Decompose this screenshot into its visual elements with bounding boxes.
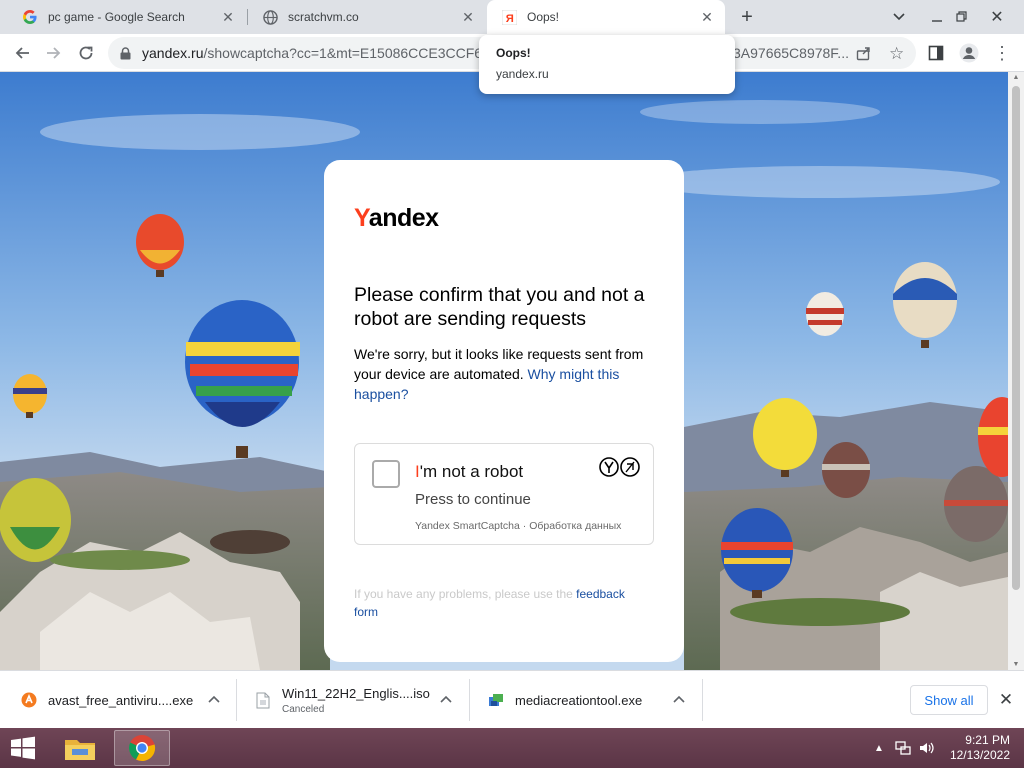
tab-hover-card: Oops! yandex.ru <box>479 35 735 94</box>
bookmark-star-icon[interactable]: ☆ <box>889 44 904 64</box>
forward-arrow-icon <box>47 47 61 59</box>
close-icon[interactable]: ✕ <box>460 9 476 25</box>
clock-time: 9:21 PM <box>965 733 1010 747</box>
restore-icon[interactable] <box>945 0 979 34</box>
logo-rest: andex <box>368 204 439 232</box>
download-item-mediacreationtool[interactable]: mediacreationtool.exe <box>487 671 701 729</box>
tab-title: pc game - Google Search <box>48 10 185 24</box>
lock-icon[interactable] <box>120 46 134 60</box>
url-path-end: 3A97665C8978F... <box>733 45 849 61</box>
share-icon[interactable] <box>856 45 872 64</box>
profile-avatar-icon[interactable] <box>955 39 983 67</box>
chevron-up-icon[interactable] <box>206 691 222 707</box>
globe-icon <box>262 9 278 25</box>
captcha-card: Yandex Please confirm that you and not a… <box>324 160 684 662</box>
close-download-bar-icon[interactable]: ✕ <box>996 690 1016 710</box>
smartcaptcha-brand[interactable]: Yandex SmartCaptcha · Обработка данных <box>415 520 621 532</box>
balloon-5 <box>806 292 844 336</box>
system-tray: ▲ 9:21 PM 12/13/2022 <box>870 728 1024 768</box>
feedback-text: If you have any problems, please use the… <box>354 585 654 621</box>
download-status: Canceled <box>282 703 325 715</box>
press-to-continue-label: Press to continue <box>415 491 531 508</box>
yandex-y-icon: Я <box>501 9 517 25</box>
download-filename: avast_free_antiviru....exe <box>48 692 194 708</box>
tab-title: Oops! <box>527 10 560 24</box>
file-explorer-taskbar-icon[interactable] <box>52 730 108 766</box>
tab-google-search[interactable]: pc game - Google Search ✕ <box>8 0 246 34</box>
forward-button[interactable] <box>40 39 68 67</box>
download-item-win11[interactable]: Win11_22H2_Englis....iso Canceled <box>254 671 468 729</box>
svg-text:Я: Я <box>505 13 513 25</box>
back-arrow-icon <box>15 47 29 59</box>
reload-icon <box>79 46 93 60</box>
url-domain: yandex.ru <box>142 45 204 61</box>
description-text: We're sorry, but it looks like requests … <box>354 344 654 404</box>
yandex-logo[interactable]: Yandex <box>354 204 654 234</box>
balloon-10 <box>944 466 1008 542</box>
windows-taskbar: ▲ 9:21 PM 12/13/2022 <box>0 728 1024 768</box>
taskbar-clock[interactable]: 9:21 PM 12/13/2022 <box>950 733 1010 763</box>
tab-title: scratchvm.co <box>288 10 359 24</box>
hover-card-title: Oops! <box>496 46 531 60</box>
chevron-up-icon[interactable] <box>438 691 454 707</box>
show-all-button[interactable]: Show all <box>910 685 988 715</box>
chrome-taskbar-icon[interactable] <box>114 730 170 766</box>
hover-card-domain: yandex.ru <box>496 67 549 81</box>
url-path-start: /showcaptcha?cc=1&mt=E15086CCE3CCF6B <box>203 45 492 61</box>
file-icon <box>254 691 272 709</box>
google-g-icon <box>22 9 38 25</box>
clock-date: 12/13/2022 <box>949 748 1010 762</box>
smartcaptcha-widget[interactable]: I'm not a robot Press to continue Yandex… <box>354 443 654 545</box>
yandex-smartcaptcha-logo-icon <box>599 457 640 477</box>
close-icon[interactable]: ✕ <box>220 9 236 25</box>
close-icon[interactable]: ✕ <box>699 9 715 25</box>
chevron-up-icon[interactable] <box>671 691 687 707</box>
download-divider <box>469 679 470 721</box>
tab-strip: pc game - Google Search ✕ scratchvm.co ✕… <box>0 0 1024 34</box>
feedback-link[interactable]: feedback <box>576 587 625 601</box>
page-heading: Please confirm that you and not a robot … <box>354 284 645 330</box>
download-divider <box>702 679 703 721</box>
scroll-down-arrow-icon[interactable]: ▼ <box>1012 661 1020 668</box>
balloon-8 <box>822 442 870 498</box>
balloon-4 <box>0 478 71 562</box>
side-panel-icon[interactable] <box>922 39 950 67</box>
not-robot-checkbox[interactable] <box>372 460 400 488</box>
download-filename: Win11_22H2_Englis....iso <box>282 685 430 701</box>
menu-kebab-icon[interactable]: ⋮ <box>988 39 1016 67</box>
download-filename: mediacreationtool.exe <box>515 692 643 708</box>
download-divider <box>236 679 237 721</box>
download-item-avast[interactable]: avast_free_antiviru....exe <box>20 671 236 729</box>
not-robot-label-rest: 'm not a robot <box>419 462 524 481</box>
volume-icon[interactable] <box>918 739 936 757</box>
feedback-form-link[interactable]: form <box>354 605 378 619</box>
installer-icon <box>487 691 505 709</box>
logo-first-letter: Y <box>354 204 369 232</box>
tab-oops[interactable]: Я Oops! ✕ <box>487 0 725 34</box>
page-viewport: ▲ ▼ Yandex Please confirm that you and n… <box>0 72 1024 670</box>
avast-icon <box>20 691 38 709</box>
feedback-body: If you have any problems, please use the <box>354 587 577 601</box>
tab-search-icon[interactable] <box>882 0 916 34</box>
new-tab-button[interactable]: + <box>736 6 758 28</box>
window-close-icon[interactable]: ✕ <box>980 0 1014 34</box>
windows-start-icon[interactable] <box>8 735 38 761</box>
network-icon[interactable] <box>894 739 912 757</box>
page-scrollbar[interactable]: ▲ ▼ <box>1008 72 1024 670</box>
scroll-up-arrow-icon[interactable]: ▲ <box>1012 74 1020 81</box>
show-hidden-icons-icon[interactable]: ▲ <box>870 739 888 757</box>
back-button[interactable] <box>8 39 36 67</box>
scrollbar-thumb[interactable] <box>1012 86 1020 590</box>
not-robot-label[interactable]: I'm not a robot <box>415 462 523 482</box>
download-bar: avast_free_antiviru....exe Win11_22H2_En… <box>0 670 1024 728</box>
reload-button[interactable] <box>72 39 100 67</box>
tab-scratchvm[interactable]: scratchvm.co ✕ <box>248 0 486 34</box>
